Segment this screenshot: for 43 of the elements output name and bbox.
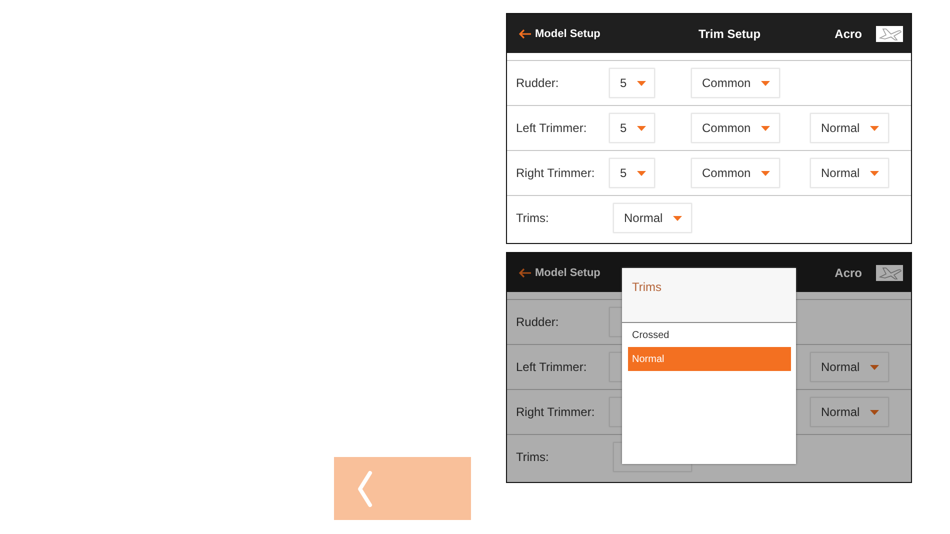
- screen-title: Trim Setup: [698, 26, 761, 40]
- chevron-icon: [356, 468, 374, 508]
- dropdown[interactable]: Normal: [810, 113, 889, 143]
- caret-icon: [636, 126, 646, 130]
- dropdown[interactable]: Common: [691, 68, 780, 98]
- back-arrow-icon: [519, 28, 532, 38]
- dropdown[interactable]: Normal: [613, 203, 692, 233]
- model-name: Acro: [834, 266, 862, 280]
- caret-icon: [870, 126, 879, 130]
- dialog-title: Trims: [632, 280, 662, 294]
- dropdown[interactable]: Normal: [810, 352, 889, 382]
- list-option[interactable]: Crossed: [628, 323, 791, 347]
- caret-icon: [870, 410, 879, 414]
- dropdown[interactable]: Common: [691, 158, 780, 188]
- back-button[interactable]: [334, 457, 471, 520]
- back-arrow-icon: [519, 268, 532, 278]
- dropdown[interactable]: Normal: [810, 397, 889, 427]
- field-label: Rudder:: [516, 315, 559, 329]
- field-label: Left Trimmer:: [516, 121, 587, 135]
- caret-icon: [672, 216, 682, 220]
- dropdown[interactable]: Common: [691, 113, 780, 143]
- caret-icon: [760, 80, 770, 86]
- airplane-icon: [876, 264, 903, 280]
- caret-icon: [870, 364, 879, 370]
- caret-icon: [760, 126, 770, 130]
- field-label: Right Trimmer:: [516, 166, 595, 180]
- caret-icon: [870, 170, 879, 176]
- field-label: Trims:: [516, 211, 549, 225]
- field-label: Left Trimmer:: [516, 360, 587, 374]
- airplane-icon: [876, 26, 903, 42]
- caret-icon: [636, 80, 646, 86]
- dropdown[interactable]: 5: [609, 68, 655, 98]
- dropdown[interactable]: 5: [609, 158, 655, 188]
- back-link[interactable]: Model Setup: [519, 28, 600, 40]
- dropdown[interactable]: Normal: [810, 158, 889, 188]
- caret-icon: [636, 170, 646, 176]
- field-label: Right Trimmer:: [516, 405, 595, 419]
- dropdown[interactable]: 5: [609, 113, 655, 143]
- back-link[interactable]: Model Setup: [519, 266, 600, 278]
- model-name: Acro: [834, 26, 862, 40]
- field-label: Rudder:: [516, 76, 559, 90]
- caret-icon: [760, 170, 770, 176]
- field-label: Trims:: [516, 450, 549, 464]
